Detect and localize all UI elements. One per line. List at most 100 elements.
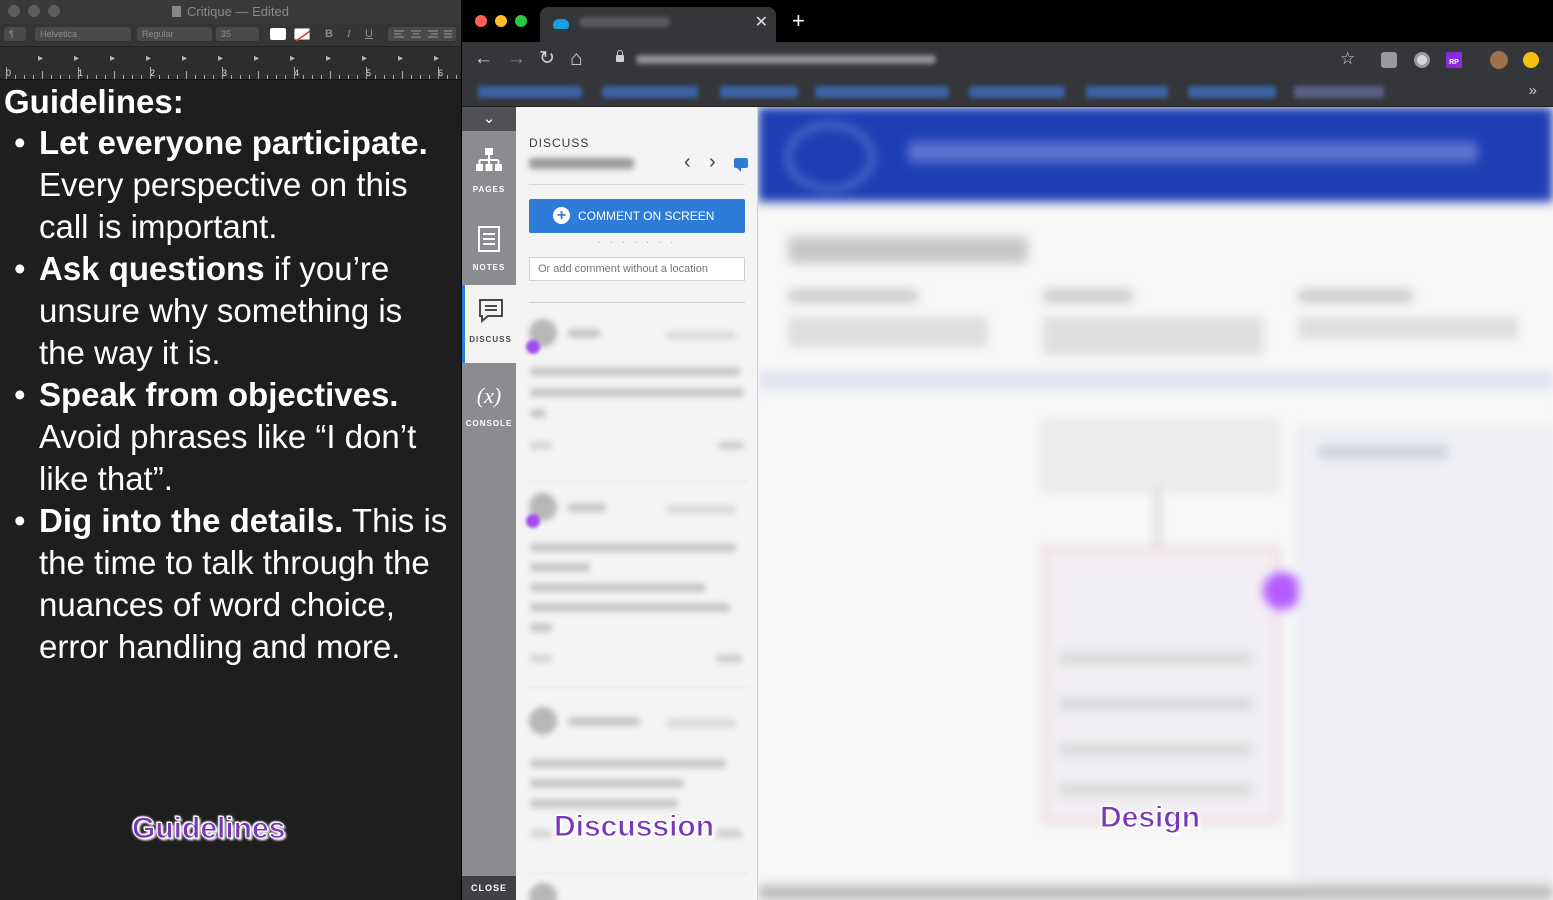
lock-icon bbox=[616, 50, 624, 62]
tab-active[interactable]: ✕ bbox=[540, 7, 776, 42]
extension-circle-icon[interactable] bbox=[1414, 52, 1430, 68]
rail-item-discuss[interactable]: DISCUSS bbox=[462, 285, 516, 363]
italic-button[interactable]: I bbox=[347, 27, 351, 41]
comment-author-blurred bbox=[568, 717, 640, 726]
zoom-window-button[interactable] bbox=[515, 15, 527, 27]
close-window-button[interactable] bbox=[475, 15, 487, 27]
alignment-buttons[interactable] bbox=[388, 27, 456, 41]
extension-yellow-icon[interactable] bbox=[1523, 52, 1539, 68]
font-size-select[interactable]: 35 bbox=[216, 27, 259, 41]
cloud-favicon-icon bbox=[553, 19, 569, 29]
comment-meta-blurred bbox=[530, 441, 552, 450]
ruler-tick bbox=[294, 67, 295, 79]
tab-stop-icon[interactable]: ▸ bbox=[254, 53, 259, 64]
bold-button[interactable]: B bbox=[325, 27, 333, 41]
tab-stop-icon[interactable]: ▸ bbox=[38, 53, 43, 64]
previous-page-button[interactable]: ‹ bbox=[684, 151, 691, 174]
bookmark-item[interactable] bbox=[969, 86, 1065, 98]
bookmark-star-icon[interactable]: ☆ bbox=[1340, 48, 1355, 70]
extension-chat-icon[interactable] bbox=[1381, 52, 1397, 68]
minimize-window-button[interactable] bbox=[495, 15, 507, 27]
collapse-rail-button[interactable]: ⌄ bbox=[462, 107, 516, 131]
ruler-tick bbox=[51, 75, 52, 79]
document-heading: Guidelines: bbox=[4, 83, 184, 120]
bookmark-item[interactable] bbox=[720, 86, 798, 98]
tab-stop-icon[interactable]: ▸ bbox=[218, 53, 223, 64]
rail-item-notes[interactable]: NOTES bbox=[462, 213, 516, 283]
guideline-bold: Ask questions bbox=[39, 250, 265, 287]
tab-stop-icon[interactable]: ▸ bbox=[434, 53, 439, 64]
browser-window: ✕ + ← → ↻ ⌂ ☆ RP » ⌄ PAGES NOTES DISCUSS… bbox=[462, 0, 1553, 900]
new-tab-button[interactable]: + bbox=[792, 10, 805, 32]
ruler-tick bbox=[15, 75, 16, 79]
bookmark-item[interactable] bbox=[478, 86, 582, 98]
prototype-text bbox=[1043, 290, 1133, 302]
bookmark-item[interactable] bbox=[815, 86, 949, 98]
comment-text-blurred bbox=[530, 388, 744, 397]
comment-on-screen-button[interactable]: + COMMENT ON SCREEN bbox=[529, 199, 745, 233]
avatar bbox=[529, 883, 557, 900]
next-page-button[interactable]: › bbox=[709, 151, 716, 174]
tab-stop-icon[interactable]: ▸ bbox=[326, 53, 331, 64]
address-bar[interactable] bbox=[604, 46, 1324, 74]
ruler-tick bbox=[384, 75, 385, 79]
reload-button[interactable]: ↻ bbox=[539, 48, 555, 70]
rail-label: CONSOLE bbox=[465, 419, 513, 428]
guidelines-caption: Guidelines bbox=[131, 812, 286, 846]
comment-text-blurred bbox=[530, 583, 706, 592]
font-family-select[interactable]: Helvetica bbox=[35, 27, 131, 41]
background-color-swatch[interactable] bbox=[294, 28, 311, 42]
ruler[interactable]: 0 1 2 3 4 5 6 ▸ ▸ ▸ ▸ ▸ ▸ ▸ ▸ ▸ ▸ ▸ ▸ bbox=[0, 47, 461, 80]
comment-text-blurred bbox=[530, 799, 678, 808]
reply-link-blurred[interactable] bbox=[718, 441, 744, 450]
discuss-icon bbox=[465, 297, 516, 331]
guideline-bold: Let everyone participate. bbox=[39, 124, 428, 161]
flow-node bbox=[1043, 422, 1277, 491]
close-icon[interactable]: ✕ bbox=[755, 15, 768, 31]
rail-item-console[interactable]: (x) CONSOLE bbox=[462, 369, 516, 439]
bookmark-item[interactable] bbox=[1294, 86, 1384, 98]
forward-button[interactable]: → bbox=[507, 48, 526, 70]
bookmark-item[interactable] bbox=[1188, 86, 1276, 98]
font-style-select[interactable]: Regular bbox=[137, 27, 212, 41]
profile-avatar-icon[interactable] bbox=[1490, 51, 1508, 69]
reply-link-blurred[interactable] bbox=[716, 654, 742, 663]
textedit-titlebar: Critique — Edited bbox=[0, 0, 461, 24]
ruler-tick bbox=[240, 75, 241, 79]
comment-thread[interactable] bbox=[526, 319, 747, 469]
extension-rp-icon[interactable]: RP bbox=[1446, 52, 1462, 68]
tab-stop-icon[interactable]: ▸ bbox=[182, 53, 187, 64]
comment-icon[interactable] bbox=[734, 158, 748, 172]
home-button[interactable]: ⌂ bbox=[570, 48, 583, 70]
underline-button[interactable]: U bbox=[365, 27, 373, 41]
paragraph-style-select[interactable]: ¶ bbox=[4, 27, 26, 41]
bookmarks-overflow-icon[interactable]: » bbox=[1529, 82, 1537, 99]
comment-date-blurred bbox=[666, 505, 736, 514]
ruler-tick bbox=[393, 75, 394, 79]
ruler-tick bbox=[177, 75, 178, 79]
tab-stop-icon[interactable]: ▸ bbox=[362, 53, 367, 64]
tab-stop-icon[interactable]: ▸ bbox=[110, 53, 115, 64]
comment-input[interactable] bbox=[529, 257, 745, 281]
ruler-tick bbox=[249, 75, 250, 79]
ruler-tick bbox=[375, 75, 376, 79]
comment-thread[interactable] bbox=[526, 883, 747, 900]
ruler-tick bbox=[159, 75, 160, 79]
close-rail-button[interactable]: CLOSE bbox=[462, 876, 516, 900]
ruler-tick bbox=[312, 75, 313, 79]
comment-thread[interactable] bbox=[526, 493, 747, 673]
side-card-title bbox=[1318, 445, 1448, 459]
tab-stop-icon[interactable]: ▸ bbox=[398, 53, 403, 64]
bookmark-item[interactable] bbox=[1086, 86, 1168, 98]
bookmark-item[interactable] bbox=[602, 86, 698, 98]
ruler-tick bbox=[267, 75, 268, 79]
text-color-swatch[interactable] bbox=[270, 28, 286, 40]
tab-stop-icon[interactable]: ▸ bbox=[290, 53, 295, 64]
design-canvas[interactable]: Design bbox=[758, 107, 1553, 900]
rail-item-pages[interactable]: PAGES bbox=[462, 135, 516, 205]
reply-link-blurred[interactable] bbox=[716, 829, 742, 838]
back-button[interactable]: ← bbox=[474, 48, 493, 70]
tab-stop-icon[interactable]: ▸ bbox=[74, 53, 79, 64]
tab-stop-icon[interactable]: ▸ bbox=[146, 53, 151, 64]
document-body[interactable]: Guidelines: Let everyone participate. Ev… bbox=[4, 82, 456, 668]
